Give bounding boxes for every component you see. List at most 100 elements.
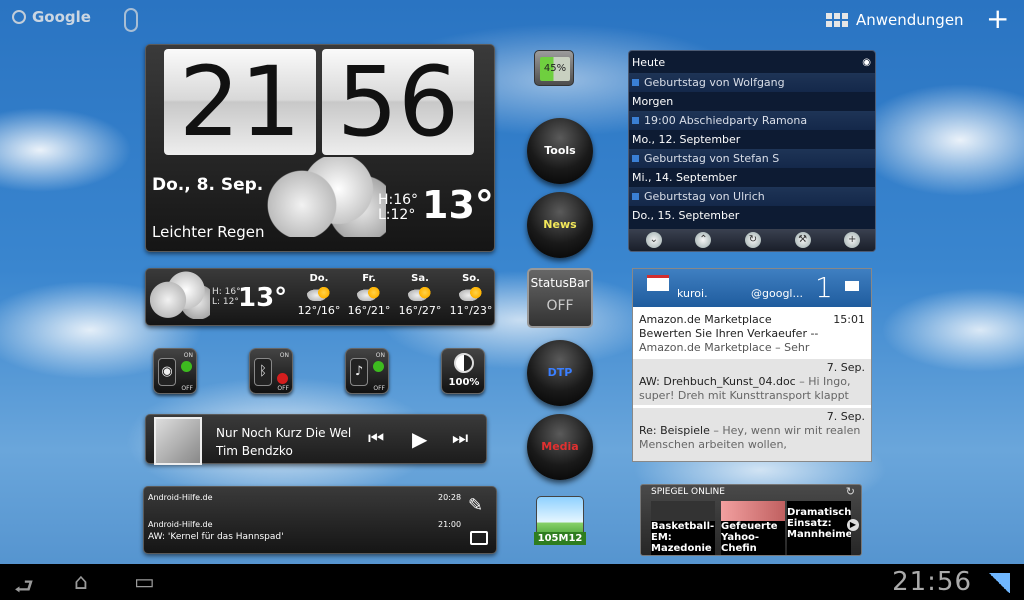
refresh-icon[interactable]: ↻ <box>846 485 855 498</box>
dtp-button[interactable]: DTP <box>527 340 593 406</box>
forecast-day: Sa. 16°/27° <box>397 273 443 317</box>
clock-weather-widget[interactable]: 21 56 Do., 8. Sep. Leichter Regen H:16° … <box>145 44 495 252</box>
message-source: Android-Hilfe.de <box>148 493 213 502</box>
gmail-message[interactable]: 7. Sep. Re: Beispiele – Hey, wenn wir mi… <box>633 408 871 461</box>
off-indicator <box>277 373 288 384</box>
day-name: Sa. <box>411 273 429 284</box>
wifi-toggle[interactable]: ◉ ON OFF <box>153 348 197 394</box>
previous-button[interactable]: ⏮ <box>368 428 384 449</box>
rain-cloud-icon <box>266 157 386 237</box>
toggle-off-label: OFF <box>181 385 193 392</box>
next-arrow-icon[interactable]: ▶ <box>847 519 859 531</box>
apps-grid-icon <box>826 13 848 27</box>
partly-cloudy-icon <box>307 287 331 301</box>
low-temp: L:12° <box>378 207 416 223</box>
calendar-widget[interactable]: Heute ◉ Geburtstag von Wolfgang Morgen 19… <box>628 50 876 252</box>
partly-cloudy-icon <box>459 287 483 301</box>
news-item[interactable]: Basketball-EM: Mazedonie <box>651 501 715 555</box>
gmail-icon <box>647 275 669 291</box>
message-time: 21:00 <box>438 520 462 529</box>
calendar-header: Do., 15. September <box>632 209 740 222</box>
mail-time: 7. Sep. <box>826 410 865 423</box>
news-headline: Gefeuerte Yahoo-Chefin <box>721 521 778 554</box>
forecast-widget[interactable]: H: 16° L: 12° 13° Do. 12°/16° Fr. 16°/21… <box>145 268 495 326</box>
album-cover[interactable] <box>154 417 202 465</box>
wifi-icon: ◉ <box>158 358 176 386</box>
news-item[interactable]: Gefeuerte Yahoo-Chefin <box>721 501 785 555</box>
bluetooth-icon: ᛒ <box>254 358 272 386</box>
calendar-event[interactable]: 19:00 Abschiedparty Ramona <box>629 111 875 130</box>
gmail-message[interactable]: 7. Sep. AW: Drehbuch_Kunst_04.doc – Hi I… <box>633 359 871 405</box>
calendar-header: Morgen <box>632 95 674 108</box>
media-button[interactable]: Media <box>527 414 593 480</box>
add-widget-button[interactable]: + <box>986 4 1009 34</box>
clock-minute: 56 <box>322 49 474 155</box>
recent-apps-icon[interactable]: ▭ <box>134 570 155 595</box>
next-button[interactable]: ⏭ <box>452 428 468 449</box>
forecast-day: Do. 12°/16° <box>296 273 342 317</box>
scroll-down-icon[interactable]: ⌄ <box>645 232 662 248</box>
statusbar-state: OFF <box>546 298 574 314</box>
day-name: So. <box>462 273 480 284</box>
search-icon <box>12 10 26 24</box>
mail-subject: Re: Beispiele <box>639 424 710 437</box>
clock-date: Do., 8. Sep. <box>152 175 264 195</box>
play-button[interactable]: ▶ <box>412 427 427 451</box>
statusbar-toggle[interactable]: StatusBar OFF <box>527 268 593 328</box>
day-name: Fr. <box>362 273 376 284</box>
weather-condition: Leichter Regen <box>152 223 265 241</box>
brightness-icon <box>454 353 474 373</box>
calendar-event[interactable]: Geburtstag von Stefan S <box>629 149 875 168</box>
statusbar-title: StatusBar <box>530 276 590 290</box>
mail-time: 15:01 <box>833 313 865 326</box>
gmail-widget[interactable]: kuroi. @googl... 1 Amazon.de Marketplace… <box>632 268 872 462</box>
news-headline: Basketball-EM: Mazedonie <box>651 521 715 554</box>
scroll-up-icon[interactable]: ⌃ <box>695 232 712 248</box>
calendar-event[interactable]: Geburtstag von Wolfgang <box>629 73 875 92</box>
signal-icon[interactable] <box>988 573 1010 593</box>
battery-widget[interactable]: 45% <box>534 50 574 86</box>
on-indicator <box>181 361 192 372</box>
cloud-icon <box>150 271 210 319</box>
calendar-event[interactable]: Geburtstag von Ulrich <box>629 187 875 206</box>
mail-from: Amazon.de Marketplace <box>639 313 772 326</box>
navbar-clock[interactable]: 21:56 <box>892 567 972 597</box>
forecast-high-low: H: 16° L: 12° <box>212 287 241 307</box>
google-search-label: Google <box>32 8 91 26</box>
music-widget: Nur Noch Kurz Die Welt Tim Bendzko ⏮ ▶ ⏭ <box>145 414 487 465</box>
clock-hour: 21 <box>164 49 316 155</box>
toggle-on-label: ON <box>279 352 289 359</box>
news-headline: Dramatischer Einsatz: Mannheimer <box>787 507 851 540</box>
news-button[interactable]: News <box>527 192 593 258</box>
compose-icon[interactable]: ✎ <box>468 495 483 516</box>
eye-icon[interactable]: ◉ <box>862 53 871 72</box>
google-search-button[interactable]: Google <box>12 8 91 26</box>
current-temp: 13° <box>422 183 494 227</box>
apps-button[interactable]: Anwendungen <box>826 11 964 29</box>
voice-search-icon[interactable] <box>124 8 138 32</box>
calendar-header: Mi., 14. September <box>632 171 737 184</box>
day-range: 16°/27° <box>398 304 442 317</box>
high-temp: H:16° <box>378 192 419 208</box>
calendar-header: Mo., 12. September <box>632 133 741 146</box>
tools-button[interactable]: Tools <box>527 118 593 184</box>
compose-mail-icon[interactable] <box>845 281 859 291</box>
news-item[interactable]: Dramatischer Einsatz: Mannheimer <box>787 501 851 555</box>
refresh-icon[interactable]: ↻ <box>744 232 761 248</box>
add-event-icon[interactable]: + <box>844 232 861 248</box>
gmail-message[interactable]: Amazon.de Marketplace 15:01 Bewerten Sie … <box>633 311 871 357</box>
bluetooth-toggle[interactable]: ᛒ ON OFF <box>249 348 293 394</box>
brightness-toggle[interactable]: 100% <box>441 348 485 394</box>
mail-preview: Amazon.de Marketplace – Sehr <box>639 341 810 354</box>
message-time: 20:28 <box>438 493 462 502</box>
back-icon[interactable]: ⮐ <box>14 570 34 600</box>
day-range: 12°/16° <box>297 304 341 317</box>
sound-toggle[interactable]: ♪ ON OFF <box>345 348 389 394</box>
day-range: 16°/21° <box>347 304 391 317</box>
spiegel-news-widget[interactable]: SPIEGEL ONLINE ↻ Basketball-EM: Mazedoni… <box>640 484 862 556</box>
track-artist: Tim Bendzko <box>216 444 293 458</box>
settings-wrench-icon[interactable]: ⚒ <box>794 232 811 248</box>
conversations-icon[interactable] <box>470 531 488 545</box>
messages-widget[interactable]: Android-Hilfe.de 20:28 Android-Hilfe.de … <box>143 486 497 554</box>
home-icon[interactable]: ⌂ <box>74 570 88 595</box>
